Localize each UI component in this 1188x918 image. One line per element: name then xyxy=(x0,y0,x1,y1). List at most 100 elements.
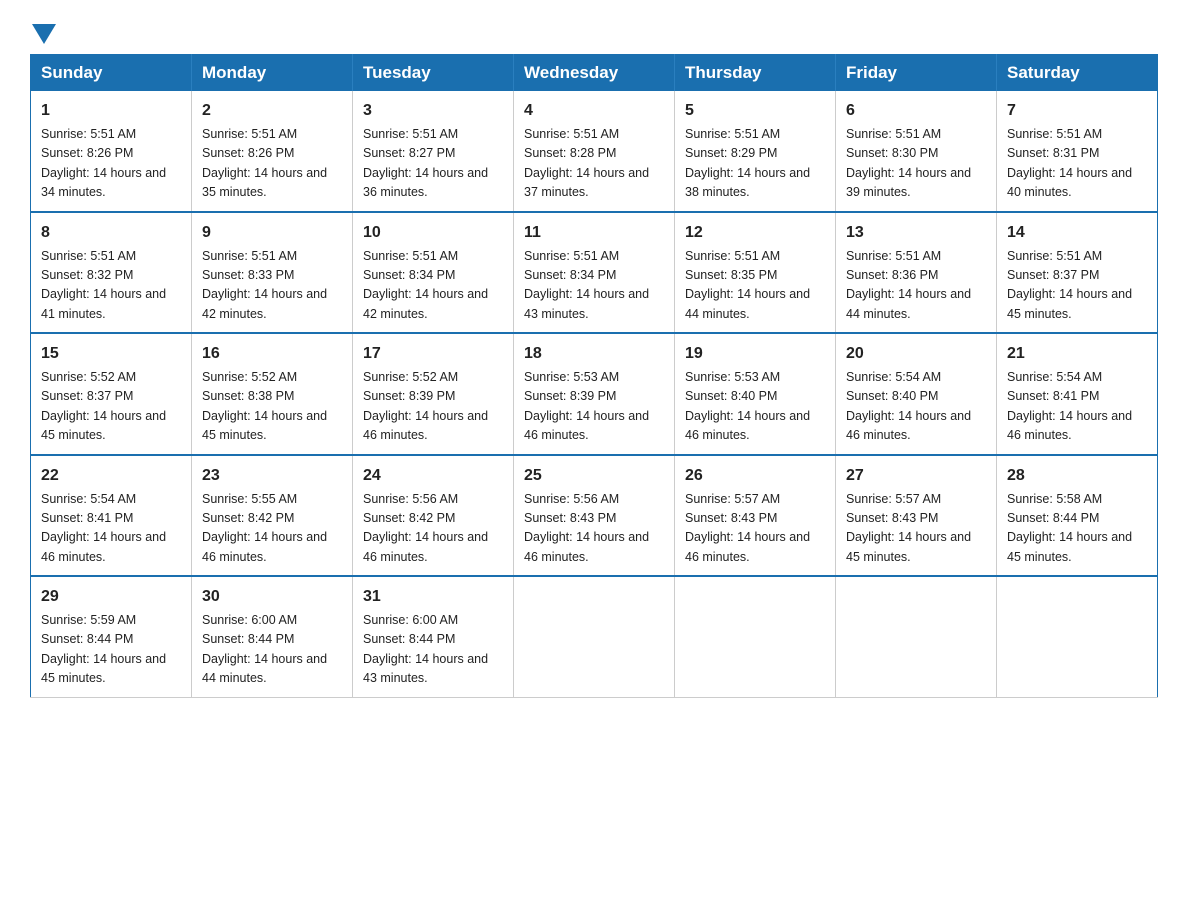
day-number: 5 xyxy=(685,99,825,123)
day-number: 3 xyxy=(363,99,503,123)
day-info: Sunrise: 5:58 AMSunset: 8:44 PMDaylight:… xyxy=(1007,490,1147,568)
calendar-cell: 5Sunrise: 5:51 AMSunset: 8:29 PMDaylight… xyxy=(675,91,836,212)
calendar-week-row-3: 15Sunrise: 5:52 AMSunset: 8:37 PMDayligh… xyxy=(31,333,1158,455)
calendar-cell: 31Sunrise: 6:00 AMSunset: 8:44 PMDayligh… xyxy=(353,576,514,697)
day-info: Sunrise: 5:51 AMSunset: 8:34 PMDaylight:… xyxy=(363,247,503,325)
calendar-cell: 28Sunrise: 5:58 AMSunset: 8:44 PMDayligh… xyxy=(997,455,1158,577)
calendar-cell: 16Sunrise: 5:52 AMSunset: 8:38 PMDayligh… xyxy=(192,333,353,455)
day-number: 10 xyxy=(363,221,503,245)
calendar-cell: 11Sunrise: 5:51 AMSunset: 8:34 PMDayligh… xyxy=(514,212,675,334)
day-number: 8 xyxy=(41,221,181,245)
day-info: Sunrise: 6:00 AMSunset: 8:44 PMDaylight:… xyxy=(363,611,503,689)
calendar-cell: 3Sunrise: 5:51 AMSunset: 8:27 PMDaylight… xyxy=(353,91,514,212)
day-info: Sunrise: 5:51 AMSunset: 8:35 PMDaylight:… xyxy=(685,247,825,325)
day-number: 22 xyxy=(41,464,181,488)
day-number: 6 xyxy=(846,99,986,123)
day-number: 13 xyxy=(846,221,986,245)
calendar-cell: 21Sunrise: 5:54 AMSunset: 8:41 PMDayligh… xyxy=(997,333,1158,455)
day-info: Sunrise: 5:53 AMSunset: 8:39 PMDaylight:… xyxy=(524,368,664,446)
day-info: Sunrise: 5:56 AMSunset: 8:42 PMDaylight:… xyxy=(363,490,503,568)
calendar-week-row-4: 22Sunrise: 5:54 AMSunset: 8:41 PMDayligh… xyxy=(31,455,1158,577)
day-info: Sunrise: 5:54 AMSunset: 8:41 PMDaylight:… xyxy=(1007,368,1147,446)
calendar-header-friday: Friday xyxy=(836,55,997,92)
calendar-cell xyxy=(997,576,1158,697)
calendar-cell: 9Sunrise: 5:51 AMSunset: 8:33 PMDaylight… xyxy=(192,212,353,334)
logo xyxy=(30,20,58,36)
day-number: 16 xyxy=(202,342,342,366)
day-info: Sunrise: 5:52 AMSunset: 8:39 PMDaylight:… xyxy=(363,368,503,446)
calendar-cell: 24Sunrise: 5:56 AMSunset: 8:42 PMDayligh… xyxy=(353,455,514,577)
calendar-cell xyxy=(514,576,675,697)
day-number: 31 xyxy=(363,585,503,609)
calendar-cell: 12Sunrise: 5:51 AMSunset: 8:35 PMDayligh… xyxy=(675,212,836,334)
day-number: 29 xyxy=(41,585,181,609)
calendar-cell: 23Sunrise: 5:55 AMSunset: 8:42 PMDayligh… xyxy=(192,455,353,577)
day-info: Sunrise: 5:51 AMSunset: 8:37 PMDaylight:… xyxy=(1007,247,1147,325)
calendar-cell: 18Sunrise: 5:53 AMSunset: 8:39 PMDayligh… xyxy=(514,333,675,455)
calendar-cell: 22Sunrise: 5:54 AMSunset: 8:41 PMDayligh… xyxy=(31,455,192,577)
header xyxy=(30,20,1158,36)
calendar-week-row-5: 29Sunrise: 5:59 AMSunset: 8:44 PMDayligh… xyxy=(31,576,1158,697)
day-number: 27 xyxy=(846,464,986,488)
day-info: Sunrise: 5:52 AMSunset: 8:37 PMDaylight:… xyxy=(41,368,181,446)
day-info: Sunrise: 5:54 AMSunset: 8:40 PMDaylight:… xyxy=(846,368,986,446)
day-number: 2 xyxy=(202,99,342,123)
calendar-header-sunday: Sunday xyxy=(31,55,192,92)
calendar-header-row: SundayMondayTuesdayWednesdayThursdayFrid… xyxy=(31,55,1158,92)
calendar-cell: 26Sunrise: 5:57 AMSunset: 8:43 PMDayligh… xyxy=(675,455,836,577)
calendar-cell: 13Sunrise: 5:51 AMSunset: 8:36 PMDayligh… xyxy=(836,212,997,334)
day-number: 30 xyxy=(202,585,342,609)
calendar-cell: 19Sunrise: 5:53 AMSunset: 8:40 PMDayligh… xyxy=(675,333,836,455)
logo-triangle-icon xyxy=(32,24,56,44)
calendar-cell: 25Sunrise: 5:56 AMSunset: 8:43 PMDayligh… xyxy=(514,455,675,577)
day-number: 21 xyxy=(1007,342,1147,366)
calendar-cell: 8Sunrise: 5:51 AMSunset: 8:32 PMDaylight… xyxy=(31,212,192,334)
day-info: Sunrise: 5:53 AMSunset: 8:40 PMDaylight:… xyxy=(685,368,825,446)
day-info: Sunrise: 5:51 AMSunset: 8:28 PMDaylight:… xyxy=(524,125,664,203)
calendar-cell: 2Sunrise: 5:51 AMSunset: 8:26 PMDaylight… xyxy=(192,91,353,212)
day-number: 11 xyxy=(524,221,664,245)
day-number: 26 xyxy=(685,464,825,488)
day-number: 7 xyxy=(1007,99,1147,123)
day-number: 24 xyxy=(363,464,503,488)
day-info: Sunrise: 5:51 AMSunset: 8:32 PMDaylight:… xyxy=(41,247,181,325)
day-number: 12 xyxy=(685,221,825,245)
calendar-table: SundayMondayTuesdayWednesdayThursdayFrid… xyxy=(30,54,1158,698)
calendar-cell xyxy=(836,576,997,697)
day-info: Sunrise: 5:51 AMSunset: 8:36 PMDaylight:… xyxy=(846,247,986,325)
day-number: 1 xyxy=(41,99,181,123)
calendar-week-row-1: 1 Sunrise: 5:51 AMSunset: 8:26 PMDaylight… xyxy=(31,91,1158,212)
day-number: 20 xyxy=(846,342,986,366)
day-info: Sunrise: 5:51 AMSunset: 8:34 PMDaylight:… xyxy=(524,247,664,325)
day-number: 14 xyxy=(1007,221,1147,245)
day-number: 28 xyxy=(1007,464,1147,488)
day-info: Sunrise: 5:51 AMSunset: 8:27 PMDaylight:… xyxy=(363,125,503,203)
calendar-cell: 20Sunrise: 5:54 AMSunset: 8:40 PMDayligh… xyxy=(836,333,997,455)
calendar-cell: 4Sunrise: 5:51 AMSunset: 8:28 PMDaylight… xyxy=(514,91,675,212)
day-info: Sunrise: 5:54 AMSunset: 8:41 PMDaylight:… xyxy=(41,490,181,568)
day-number: 19 xyxy=(685,342,825,366)
day-number: 25 xyxy=(524,464,664,488)
day-info: Sunrise: 5:51 AMSunset: 8:26 PMDaylight:… xyxy=(202,125,342,203)
day-info: Sunrise: 5:57 AMSunset: 8:43 PMDaylight:… xyxy=(846,490,986,568)
day-number: 18 xyxy=(524,342,664,366)
calendar-header-monday: Monday xyxy=(192,55,353,92)
calendar-cell: 15Sunrise: 5:52 AMSunset: 8:37 PMDayligh… xyxy=(31,333,192,455)
day-info: Sunrise: 5:51 AMSunset: 8:29 PMDaylight:… xyxy=(685,125,825,203)
calendar-cell xyxy=(675,576,836,697)
day-number: 23 xyxy=(202,464,342,488)
day-number: 9 xyxy=(202,221,342,245)
calendar-cell: 29Sunrise: 5:59 AMSunset: 8:44 PMDayligh… xyxy=(31,576,192,697)
calendar-header-saturday: Saturday xyxy=(997,55,1158,92)
calendar-cell: 17Sunrise: 5:52 AMSunset: 8:39 PMDayligh… xyxy=(353,333,514,455)
calendar-cell: 14Sunrise: 5:51 AMSunset: 8:37 PMDayligh… xyxy=(997,212,1158,334)
day-number: 4 xyxy=(524,99,664,123)
calendar-cell: 10Sunrise: 5:51 AMSunset: 8:34 PMDayligh… xyxy=(353,212,514,334)
day-info: Sunrise: 5:51 AMSunset: 8:30 PMDaylight:… xyxy=(846,125,986,203)
calendar-cell: 7Sunrise: 5:51 AMSunset: 8:31 PMDaylight… xyxy=(997,91,1158,212)
day-info: Sunrise: 5:51 AMSunset: 8:31 PMDaylight:… xyxy=(1007,125,1147,203)
day-info: Sunrise: 5:56 AMSunset: 8:43 PMDaylight:… xyxy=(524,490,664,568)
calendar-cell: 1Sunrise: 5:51 AMSunset: 8:26 PMDaylight… xyxy=(31,91,192,212)
day-number: 17 xyxy=(363,342,503,366)
calendar-header-tuesday: Tuesday xyxy=(353,55,514,92)
